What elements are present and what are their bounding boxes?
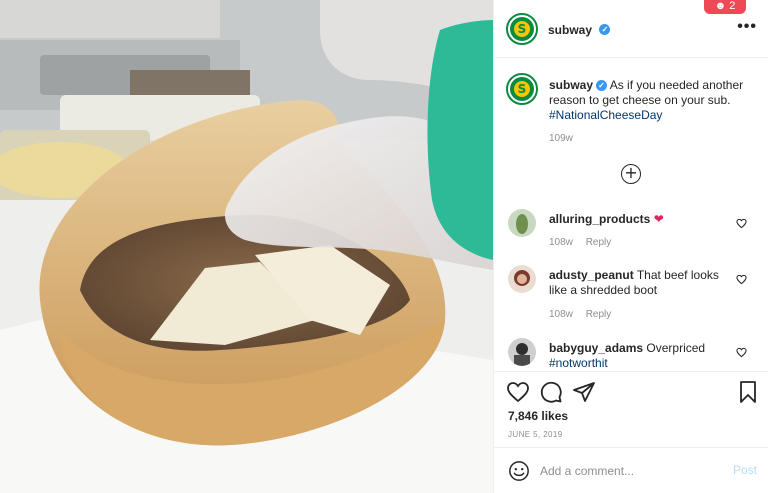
heart-emoji-icon: ❤ xyxy=(653,212,664,226)
caption-timestamp[interactable]: 109w xyxy=(549,133,573,144)
comment-meta: 108w Reply xyxy=(549,309,621,320)
sandwich-image xyxy=(0,0,493,493)
caption-text: subway ✓ As if you needed another reason … xyxy=(549,78,749,123)
like-comment-heart-icon[interactable] xyxy=(736,347,747,358)
comment-text: Overpriced xyxy=(646,341,706,355)
comment-username[interactable]: alluring_products xyxy=(549,212,650,226)
comment-body: babyguy_adams Overpriced #notworthit xyxy=(549,341,734,371)
comment-username[interactable]: babyguy_adams xyxy=(549,341,643,355)
reply-button[interactable]: Reply xyxy=(586,237,612,248)
reply-button[interactable]: Reply xyxy=(586,309,612,320)
send-icon[interactable] xyxy=(572,380,596,404)
subway-avatar[interactable]: S xyxy=(506,13,538,45)
caption-username[interactable]: subway xyxy=(549,78,593,92)
bookmark-icon[interactable] xyxy=(736,380,760,404)
comment-meta: 108w Reply xyxy=(549,237,621,248)
post-photo[interactable] xyxy=(0,0,493,493)
comment-icon[interactable] xyxy=(539,380,563,404)
like-comment-heart-icon[interactable] xyxy=(736,274,747,285)
verified-badge-icon: ✓ xyxy=(599,24,611,36)
like-comment-heart-icon[interactable] xyxy=(736,218,747,229)
caption-hashtag[interactable]: #NationalCheeseDay xyxy=(549,108,662,122)
post-actions: 7,846 likes JUNE 5, 2019 xyxy=(494,371,768,447)
verified-badge-icon: ✓ xyxy=(596,80,608,92)
caption-avatar[interactable]: S xyxy=(506,73,538,105)
comment-body: adusty_peanut That beef looks like a shr… xyxy=(549,268,734,298)
header-username[interactable]: subway xyxy=(548,23,592,37)
post-date[interactable]: JUNE 5, 2019 xyxy=(508,430,563,439)
avatar[interactable] xyxy=(508,209,536,237)
comment-age[interactable]: 108w xyxy=(549,309,573,320)
avatar[interactable] xyxy=(508,265,536,293)
heart-icon[interactable] xyxy=(506,380,530,404)
plus-circle-icon[interactable]: + xyxy=(621,164,641,184)
comment-hashtag[interactable]: #notworthit xyxy=(549,356,608,370)
post-header: S subway ✓ ••• xyxy=(494,0,768,58)
more-options-icon[interactable]: ••• xyxy=(737,18,757,36)
comment-age[interactable]: 108w xyxy=(549,237,573,248)
smiley-icon[interactable] xyxy=(508,460,530,482)
add-comment-bar: Post xyxy=(494,447,768,493)
avatar[interactable] xyxy=(508,338,536,366)
comment-input[interactable] xyxy=(540,461,720,481)
comment-username[interactable]: adusty_peanut xyxy=(549,268,634,282)
post-side-panel: ☻ 2 S subway ✓ ••• S subway ✓ As if you n… xyxy=(493,0,768,493)
likes-count[interactable]: 7,846 likes xyxy=(508,409,568,423)
post-button[interactable]: Post xyxy=(733,463,757,477)
comment-body: alluring_products ❤ xyxy=(549,212,734,227)
